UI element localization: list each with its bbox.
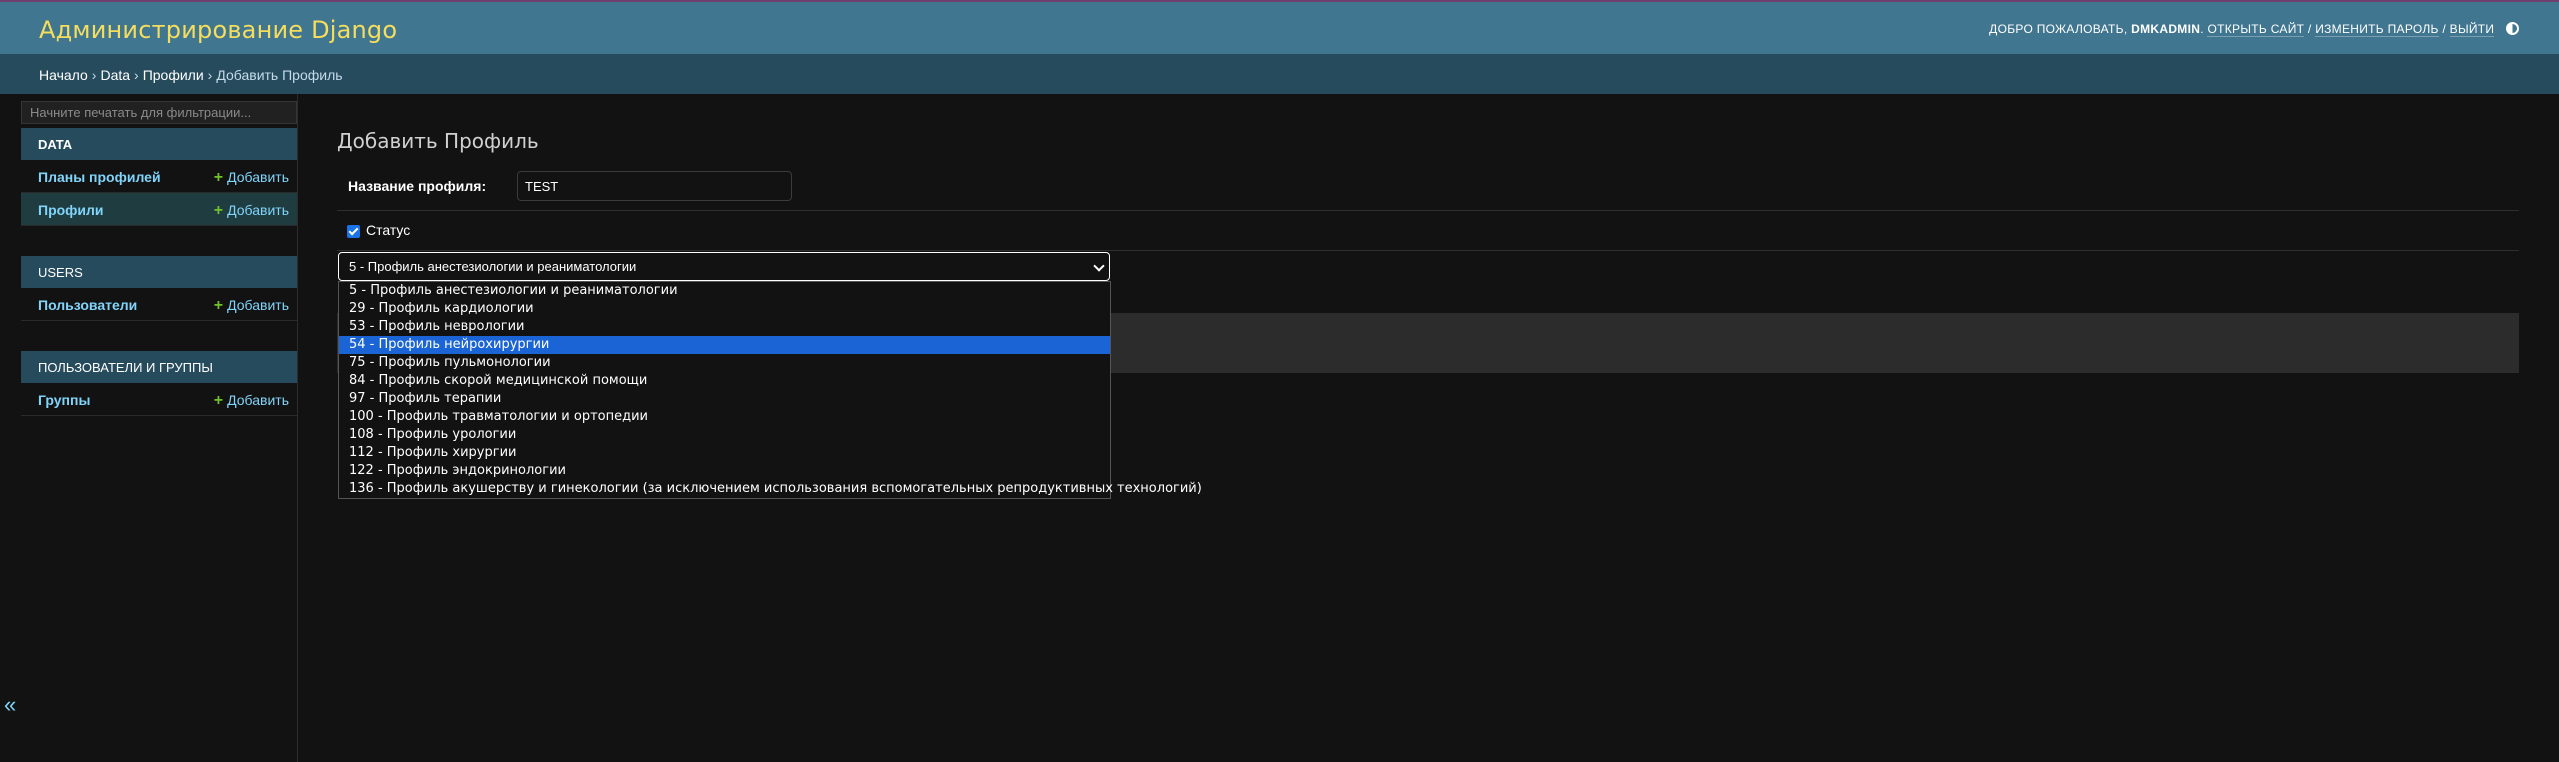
select-option[interactable]: 5 - Профиль анестезиологии и реаниматоло… <box>339 282 1110 300</box>
plus-icon: + <box>213 169 224 186</box>
welcome-text: ДОБРО ПОЖАЛОВАТЬ, <box>1989 22 2128 36</box>
sidebar-filter-input[interactable] <box>21 101 297 124</box>
add-link[interactable]: + Добавить <box>214 169 289 187</box>
breadcrumb-separator: › <box>207 67 213 83</box>
breadcrumb-app[interactable]: Data <box>100 67 130 83</box>
select-value: 5 - Профиль анестезиологии и реаниматоло… <box>349 259 637 274</box>
plus-icon: + <box>213 297 224 314</box>
username: DMKADMIN <box>2131 22 2201 36</box>
profile-name-label: Название профиля: <box>348 178 487 194</box>
chevron-down-icon <box>1093 260 1105 272</box>
sidebar-divider <box>297 94 298 762</box>
sidebar-item-profiles[interactable]: Профили + Добавить <box>21 193 297 226</box>
status-label: Статус <box>366 222 411 238</box>
module-caption-data[interactable]: DATA <box>21 128 297 160</box>
status-checkbox[interactable] <box>347 225 360 238</box>
breadcrumb-separator: › <box>134 67 139 83</box>
change-password-link[interactable]: ИЗМЕНИТЬ ПАРОЛЬ <box>2315 22 2439 37</box>
add-label: Добавить <box>227 169 289 185</box>
sidebar-item-users[interactable]: Пользователи + Добавить <box>21 288 297 321</box>
add-link[interactable]: + Добавить <box>214 202 289 220</box>
add-label: Добавить <box>227 202 289 218</box>
module-caption-auth[interactable]: ПОЛЬЗОВАТЕЛИ И ГРУППЫ <box>21 351 297 383</box>
separator: / <box>2307 22 2312 36</box>
plus-icon: + <box>213 392 224 409</box>
add-label: Добавить <box>227 392 289 408</box>
breadcrumb-model[interactable]: Профили <box>143 67 204 83</box>
select-dropdown-list[interactable]: 5 - Профиль анестезиологии и реаниматоло… <box>338 281 1202 499</box>
select-option[interactable]: 84 - Профиль скорой медицинской помощи <box>339 372 1110 390</box>
sidebar-item-profile-plans[interactable]: Планы профилей + Добавить <box>21 160 297 193</box>
breadcrumb-home[interactable]: Начало <box>39 67 88 83</box>
module-caption-users[interactable]: USERS <box>21 256 297 288</box>
user-tools: ДОБРО ПОЖАЛОВАТЬ, DMKADMIN. ОТКРЫТЬ САЙТ… <box>1989 22 2519 37</box>
select-option[interactable]: 75 - Профиль пульмонологии <box>339 354 1110 372</box>
breadcrumb: Начало › Data › Профили › Добавить Профиль <box>0 54 2559 94</box>
select-option[interactable]: 122 - Профиль эндокринологии <box>339 462 1110 480</box>
select-option[interactable]: 29 - Профиль кардиологии <box>339 300 1110 318</box>
select-option[interactable]: 108 - Профиль урологии <box>339 426 1110 444</box>
form-row-divider <box>337 250 2519 251</box>
select-option[interactable]: 53 - Профиль неврологии <box>339 318 1110 336</box>
sidebar-item-label[interactable]: Группы <box>38 392 90 408</box>
sidebar-item-label[interactable]: Пользователи <box>38 297 137 313</box>
select-option[interactable]: 97 - Профиль терапии <box>339 390 1110 408</box>
header: Администрирование Django ДОБРО ПОЖАЛОВАТ… <box>0 2 2559 54</box>
select-option[interactable]: 136 - Профиль акушерству и гинекологии (… <box>339 480 1202 498</box>
theme-toggle-icon[interactable] <box>2506 22 2519 35</box>
select-option[interactable]: 112 - Профиль хирургии <box>339 444 1110 462</box>
breadcrumb-current: Добавить Профиль <box>216 67 343 83</box>
plus-icon: + <box>213 202 224 219</box>
view-site-link[interactable]: ОТКРЫТЬ САЙТ <box>2207 22 2305 37</box>
sidebar-item-label[interactable]: Профили <box>38 202 104 218</box>
add-link[interactable]: + Добавить <box>214 392 289 410</box>
breadcrumb-separator: › <box>91 67 97 83</box>
logout-link[interactable]: ВЫЙТИ <box>2449 22 2495 37</box>
sidebar-item-label[interactable]: Планы профилей <box>38 169 161 185</box>
site-title[interactable]: Администрирование Django <box>39 16 397 44</box>
collapse-sidebar-icon[interactable]: « <box>4 692 16 718</box>
sidebar-item-groups[interactable]: Группы + Добавить <box>21 383 297 416</box>
profile-name-input[interactable] <box>517 171 792 201</box>
form-row-divider <box>337 210 2519 211</box>
add-label: Добавить <box>227 297 289 313</box>
add-link[interactable]: + Добавить <box>214 297 289 315</box>
profile-plan-select[interactable]: 5 - Профиль анестезиологии и реаниматоло… <box>338 252 1110 281</box>
page-title: Добавить Профиль <box>337 129 539 154</box>
select-option-highlighted[interactable]: 54 - Профиль нейрохирургии <box>339 336 1110 354</box>
separator: / <box>2442 22 2446 36</box>
select-option[interactable]: 100 - Профиль травматологии и ортопедии <box>339 408 1110 426</box>
